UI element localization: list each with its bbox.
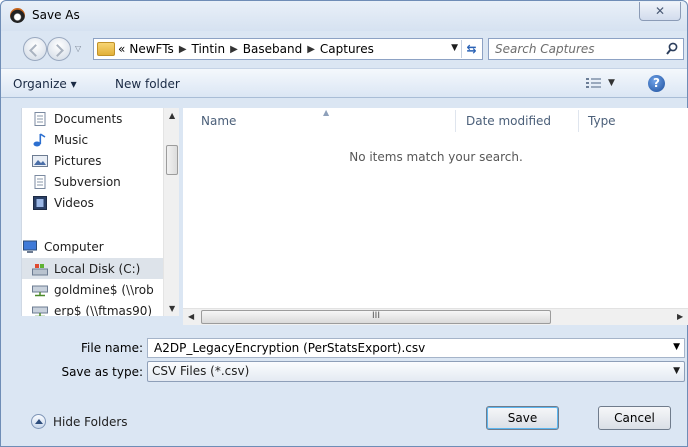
save-button[interactable]: Save [486,406,559,430]
nav-item-label: Pictures [54,153,102,168]
cancel-button[interactable]: Cancel [598,406,671,430]
sort-ascending-icon: ▲ [323,108,330,117]
nav-item-label: Subversion [54,174,121,189]
file-name-input[interactable] [152,340,652,356]
nav-item-videos[interactable]: Videos [22,192,163,213]
save-as-type-dropdown-icon[interactable]: ▼ [673,362,680,381]
nav-item-label: Documents [54,111,123,126]
breadcrumb-chevron-icon[interactable]: ▶ [307,44,315,55]
file-list-pane: ▲ Name Date modified Type No items match… [183,108,688,308]
back-button[interactable] [23,37,47,61]
nav-item-goldmine[interactable]: goldmine$ (\\rob [22,279,163,300]
local-disk-icon [32,263,48,275]
empty-message: No items match your search. [349,150,523,164]
nav-item-label: Videos [54,195,94,210]
window-title: Save As [32,8,80,22]
computer-icon [23,240,37,253]
nav-item-pictures[interactable]: Pictures [22,150,163,171]
column-divider[interactable] [455,110,456,132]
column-divider[interactable] [578,110,579,132]
nav-item-local-disk[interactable]: Local Disk (C:) [22,258,163,279]
nav-item-erp[interactable]: erp$ (\\ftmas90) [22,300,163,316]
breadcrumb-chevron-icon[interactable]: ▶ [230,44,238,55]
scroll-down-arrow-icon[interactable]: ▼ [169,304,175,313]
file-list-horizontal-scrollbar[interactable]: ◀ III ▶ [183,308,688,325]
music-icon [33,132,46,146]
search-box[interactable] [488,38,684,60]
search-icon[interactable] [666,42,678,56]
videos-icon [33,195,47,210]
network-drive-icon [32,306,48,316]
views-icon[interactable] [586,77,602,90]
nav-item-documents[interactable]: Documents [22,108,163,129]
app-icon [10,8,25,23]
save-as-type-value: CSV Files (*.csv) [152,364,250,378]
breadcrumb-tintin[interactable]: Tintin [192,42,226,56]
column-header-type[interactable]: Type [588,114,616,128]
scrollbar-thumb[interactable] [166,145,178,175]
file-name-combobox[interactable]: ▼ [147,338,685,358]
title-bar: Save As ✕ [1,1,687,31]
scroll-left-arrow-icon[interactable]: ◀ [188,312,194,321]
close-button[interactable]: ✕ [639,2,681,21]
command-toolbar: Organize ▾ New folder ▼ ? [1,68,687,98]
column-header-name[interactable]: Name [201,114,236,128]
pictures-icon [32,154,48,167]
folder-icon [97,42,115,56]
search-input[interactable] [493,41,653,57]
save-as-dialog: Save As ✕ ▽ « NewFTs ▶ Tintin ▶ Baseband… [0,0,688,447]
nav-item-music[interactable]: Music [22,129,163,150]
views-dropdown-icon[interactable]: ▼ [608,78,615,88]
breadcrumb-baseband[interactable]: Baseband [243,42,302,56]
forward-button[interactable] [47,37,71,61]
subversion-icon [34,174,46,189]
file-name-dropdown-icon[interactable]: ▼ [673,342,680,352]
scrollbar-thumb[interactable]: III [201,310,551,324]
address-dropdown-icon[interactable]: ▼ [451,43,458,53]
nav-item-subversion[interactable]: Subversion [22,171,163,192]
column-header-date-modified[interactable]: Date modified [466,114,551,128]
nav-pane-scrollbar[interactable]: ▲ ▼ [163,108,179,316]
scroll-up-arrow-icon[interactable]: ▲ [169,111,175,120]
network-drive-icon [32,285,48,296]
breadcrumb-newfts[interactable]: NewFTs [129,42,173,56]
hide-folders-button[interactable]: Hide Folders [31,414,128,429]
file-name-label: File name: [81,341,143,355]
new-folder-button[interactable]: New folder [115,77,180,91]
save-as-type-label: Save as type: [61,365,143,379]
refresh-button[interactable]: ⇆ [461,40,481,58]
nav-item-label: erp$ (\\ftmas90) [54,303,153,317]
collapse-up-icon [31,414,46,429]
help-icon[interactable]: ? [648,75,665,92]
breadcrumb-overflow[interactable]: « [118,42,125,56]
nav-item-label: Computer [44,239,104,254]
nav-item-label: goldmine$ (\\rob [54,282,154,297]
organize-menu[interactable]: Organize ▾ [13,77,77,91]
nav-item-label: Local Disk (C:) [54,261,141,276]
refresh-icon: ⇆ [466,42,477,56]
address-bar[interactable]: « NewFTs ▶ Tintin ▶ Baseband ▶ Captures … [93,38,483,60]
breadcrumb-chevron-icon[interactable]: ▶ [179,44,187,55]
breadcrumb-captures[interactable]: Captures [320,42,374,56]
scroll-right-arrow-icon[interactable]: ▶ [677,312,683,321]
scrollbar-grip: III [372,311,380,321]
hide-folders-label: Hide Folders [53,414,128,429]
save-as-type-select[interactable]: CSV Files (*.csv) ▼ [147,361,685,382]
nav-item-label: Music [54,132,89,147]
documents-icon [34,111,46,126]
recent-pages-dropdown-icon[interactable]: ▽ [75,44,81,53]
navigation-pane: Documents Music Pictures Subversion Vide… [21,108,179,316]
nav-item-computer[interactable]: Computer [22,236,163,257]
close-icon: ✕ [654,4,666,18]
